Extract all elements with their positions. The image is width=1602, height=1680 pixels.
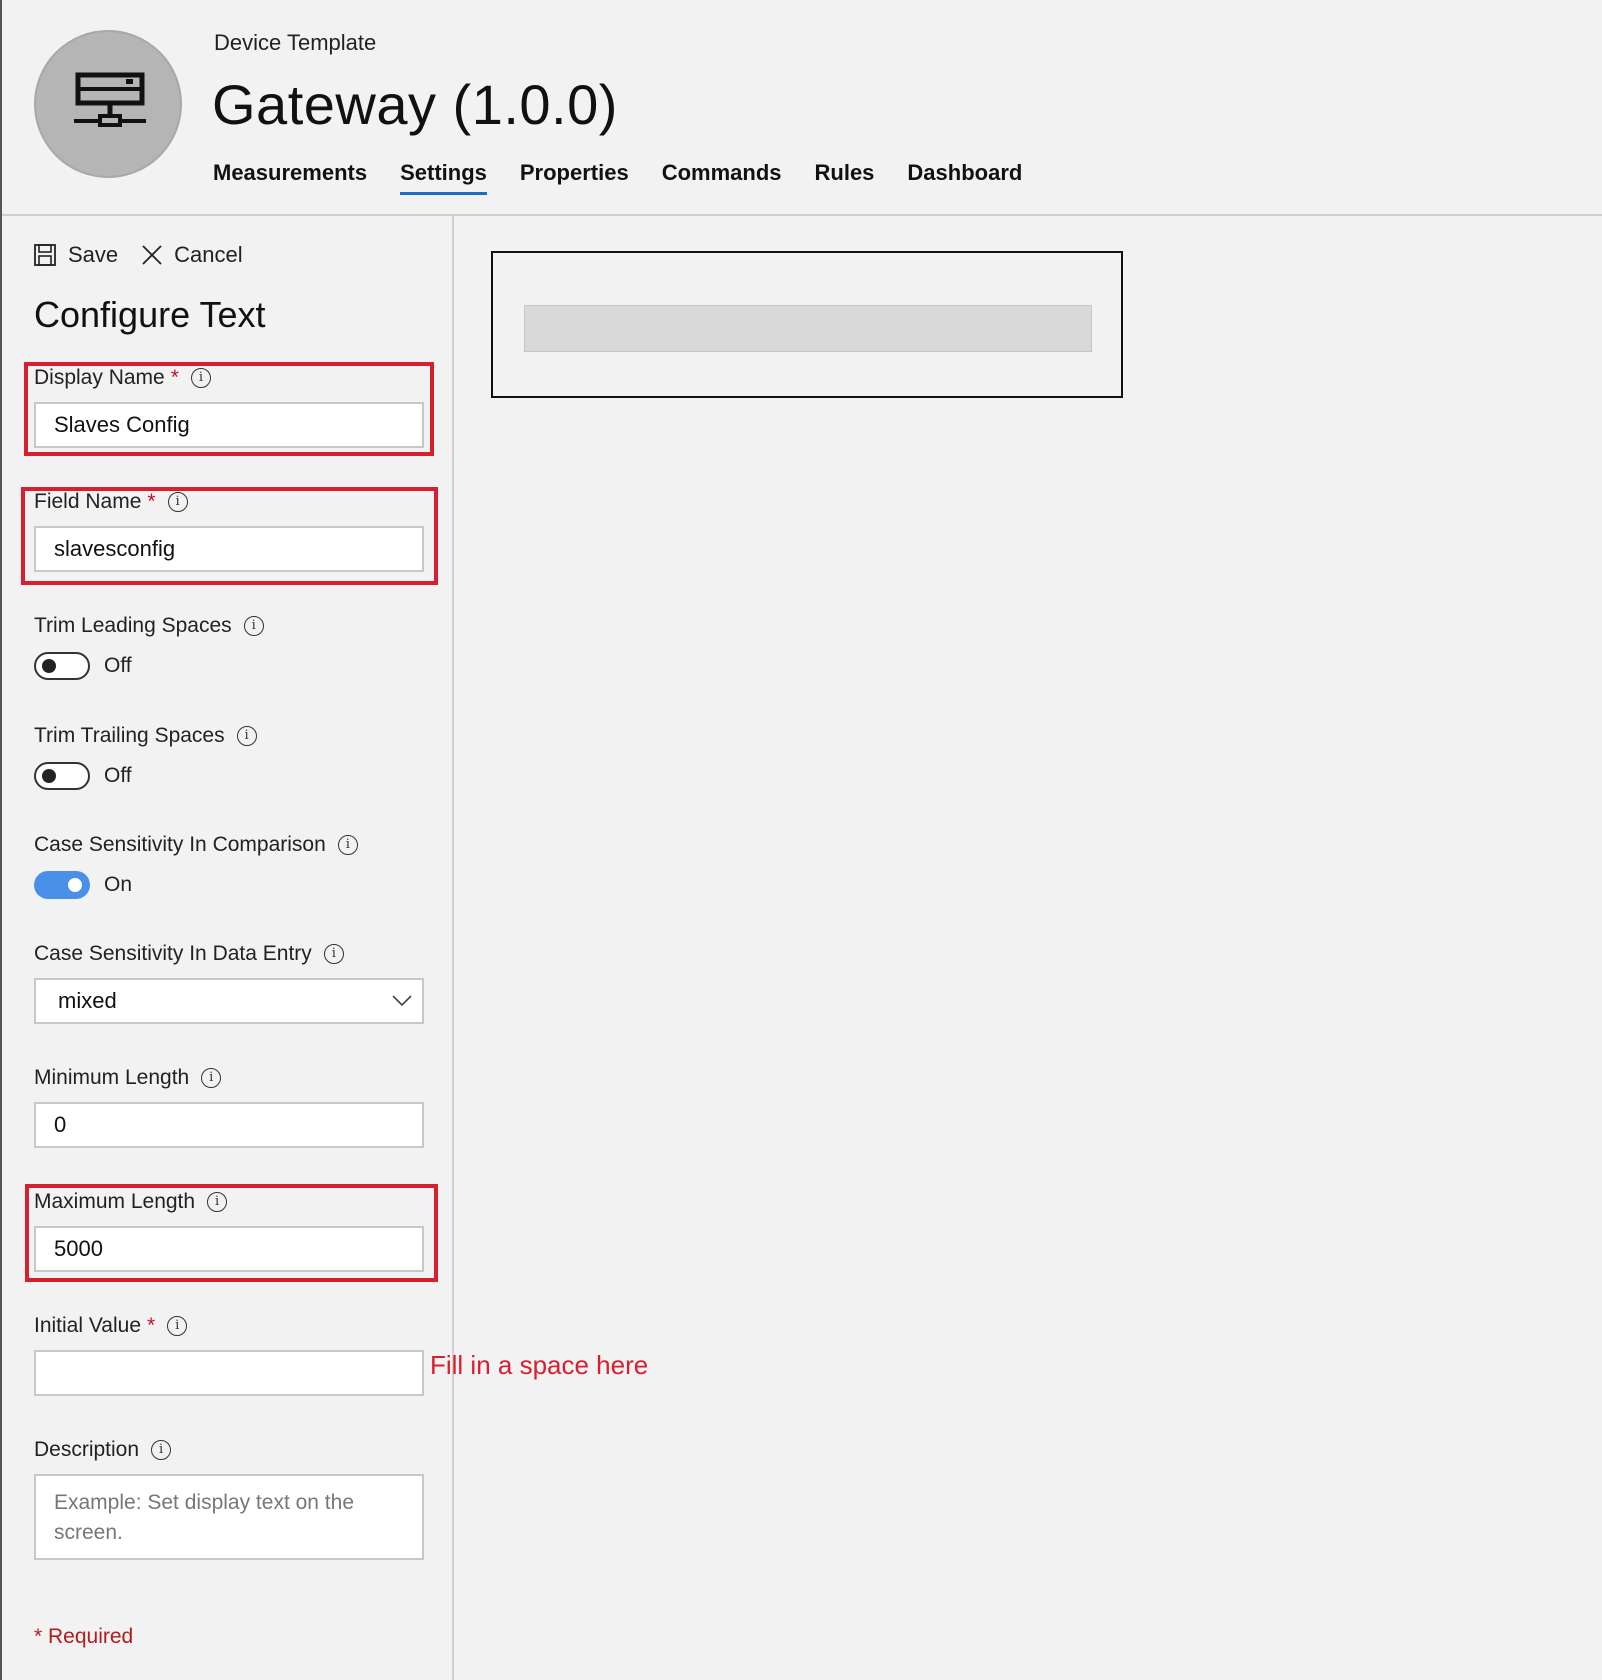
field-name-label: Field Name [34,490,142,513]
initial-value-field: Initial Value * i [34,1312,424,1396]
info-icon[interactable]: i [207,1192,228,1212]
case-comparison-label: Case Sensitivity In Comparison [34,833,326,856]
info-icon[interactable]: i [236,726,257,746]
display-name-label: Display Name [34,366,165,389]
cancel-label: Cancel [174,242,243,267]
case-entry-value: mixed [58,988,117,1013]
tab-bar: Measurements Settings Properties Command… [213,160,1055,195]
description-field: Description i Example: Set display text … [34,1436,424,1560]
info-icon[interactable]: i [190,368,211,388]
required-marker: * [147,1314,156,1337]
device-avatar [34,30,182,178]
info-icon[interactable]: i [167,1316,188,1336]
panel-divider [452,214,454,1680]
save-button[interactable]: Save [34,242,118,268]
field-name-field: Field Name * i slavesconfig [34,488,424,572]
page-kicker: Device Template [214,30,377,55]
info-icon[interactable]: i [167,492,188,512]
min-length-label: Minimum Length [34,1066,190,1089]
trim-trailing-field: Trim Trailing Spaces i Off [34,722,424,790]
trim-trailing-label: Trim Trailing Spaces [34,724,225,747]
max-length-field: Maximum Length i 5000 [34,1188,424,1272]
toggle-state: Off [104,764,132,787]
description-textarea[interactable]: Example: Set display text on the screen. [34,1474,424,1560]
chevron-down-icon [392,995,412,1007]
toggle-state: On [104,873,133,896]
display-name-input[interactable]: Slaves Config [34,402,424,448]
description-label: Description [34,1438,140,1461]
tab-commands[interactable]: Commands [662,160,782,195]
trim-leading-toggle[interactable] [34,652,90,680]
close-icon [142,245,162,265]
display-name-field: Display Name * i Slaves Config [34,364,424,448]
save-label: Save [68,242,119,267]
info-icon[interactable]: i [151,1440,172,1460]
tab-rules[interactable]: Rules [815,160,875,195]
required-note: * Required [34,1625,134,1648]
tab-settings[interactable]: Settings [400,160,487,195]
min-length-input[interactable]: 0 [34,1102,424,1148]
trim-leading-field: Trim Leading Spaces i Off [34,612,424,680]
page-header: Device Template Gateway (1.0.0) Measurem… [2,0,1602,216]
tab-properties[interactable]: Properties [520,160,629,195]
case-entry-label: Case Sensitivity In Data Entry [34,942,312,965]
preview-card [491,251,1123,398]
page-title: Gateway (1.0.0) [212,73,618,136]
info-icon[interactable]: i [337,835,358,855]
initial-value-label: Initial Value [34,1314,142,1337]
required-marker: * [170,366,179,389]
field-name-input[interactable]: slavesconfig [34,526,424,572]
max-length-input[interactable]: 5000 [34,1226,424,1272]
required-marker: * [147,490,156,513]
trim-leading-label: Trim Leading Spaces [34,614,232,637]
case-comparison-field: Case Sensitivity In Comparison i On [34,831,424,899]
tab-dashboard[interactable]: Dashboard [907,160,1022,195]
gateway-device-icon [74,72,146,127]
panel-title: Configure Text [34,294,266,335]
cancel-button[interactable]: Cancel [142,242,243,268]
info-icon[interactable]: i [243,616,264,636]
trim-trailing-toggle[interactable] [34,762,90,790]
tab-measurements[interactable]: Measurements [213,160,367,195]
case-comparison-toggle[interactable] [34,871,90,899]
toolbar: Save Cancel [34,242,267,268]
max-length-label: Maximum Length [34,1190,196,1213]
initial-value-input[interactable] [34,1350,424,1396]
info-icon[interactable]: i [201,1068,222,1088]
toggle-state: Off [104,654,132,677]
preview-placeholder-bar [524,305,1092,352]
case-entry-select[interactable]: mixed [34,978,424,1024]
case-entry-field: Case Sensitivity In Data Entry i mixed [34,940,424,1024]
annotation-hint: Fill in a space here [430,1350,649,1380]
info-icon[interactable]: i [323,944,344,964]
min-length-field: Minimum Length i 0 [34,1064,424,1148]
save-icon [34,244,56,266]
